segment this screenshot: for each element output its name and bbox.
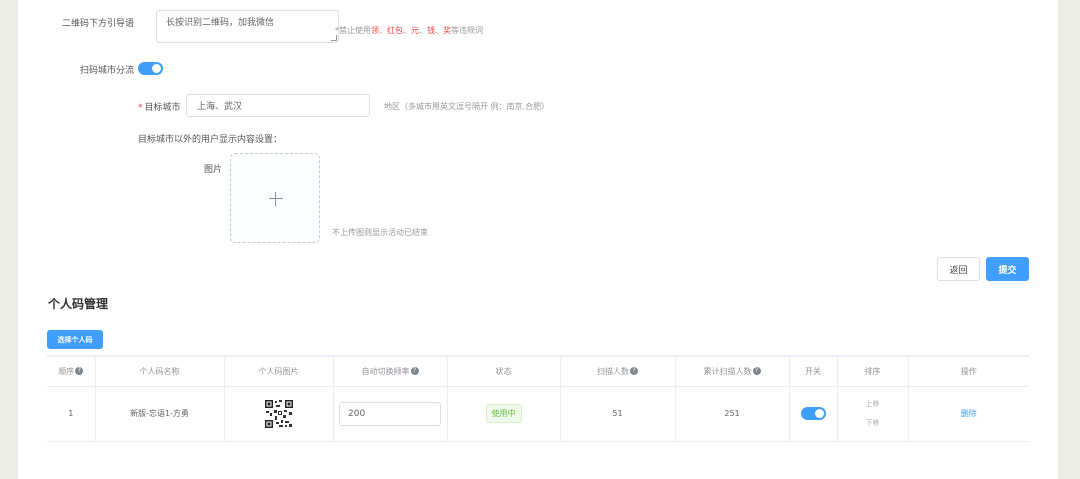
help-icon[interactable]: ? [75, 367, 84, 376]
row-enable-switch[interactable] [800, 407, 826, 420]
col-switch: 开关 [789, 355, 838, 387]
move-up-button[interactable]: 上移 [838, 395, 908, 414]
others-setting-label: 目标城市以外的用户显示内容设置： [138, 135, 283, 145]
row-status: 使用中 [447, 386, 561, 442]
guide-label: 二维码下方引导语 [62, 19, 135, 29]
col-image: 个人码图片 [224, 355, 334, 387]
target-city-label: * 目标城市 [138, 103, 181, 113]
select-personal-code-button[interactable]: 选择个人码 [47, 330, 103, 349]
guide-textarea[interactable]: 长按识别二维码，加我微信 [156, 10, 339, 43]
col-total-scans: 累计扫描人数? [675, 355, 790, 387]
table-header-row: 顺序? 个人码名称 个人码图片 自动切换频率? 状态 扫描人数? 累计扫描人数?… [47, 355, 1029, 387]
qr-code-icon [263, 398, 294, 429]
row-scans: 51 [560, 386, 676, 442]
help-icon[interactable]: ? [410, 367, 419, 376]
col-action: 操作 [908, 355, 1029, 387]
col-sort: 排序 [837, 355, 909, 387]
plus-icon [269, 198, 283, 199]
help-icon[interactable]: ? [752, 367, 761, 376]
move-down-button[interactable]: 下移 [838, 414, 908, 433]
row-name: 新版-忘语1-方勇 [95, 386, 225, 442]
target-city-value: 上海、武汉 [197, 102, 243, 112]
submit-button[interactable]: 提交 [986, 257, 1029, 281]
col-name: 个人码名称 [95, 355, 225, 387]
row-frequency: 200 [333, 386, 448, 442]
guide-hint: *禁止使用领、红包、元、钱、奖等违规词 [335, 26, 483, 35]
status-badge: 使用中 [485, 404, 522, 423]
target-city-input[interactable]: 上海、武汉 [186, 94, 370, 117]
back-button[interactable]: 返回 [937, 257, 980, 281]
row-qr-image [224, 386, 334, 442]
row-switch [789, 386, 838, 442]
delete-button[interactable]: 删除 [961, 409, 977, 418]
table-row: 1 新版-忘语1-方勇 200 使用中 51 251 上移 下移 删除 [47, 386, 1029, 442]
image-upload[interactable] [230, 153, 320, 243]
col-order: 顺序? [47, 355, 96, 387]
image-label: 图片 [204, 165, 223, 175]
guide-textarea-value: 长按识别二维码，加我微信 [166, 18, 275, 28]
city-split-switch[interactable] [138, 62, 163, 75]
city-split-label: 扫码城市分流 [80, 66, 135, 76]
help-icon[interactable]: ? [630, 367, 638, 376]
image-hint: 不上传图则显示活动已结束 [332, 228, 428, 237]
frequency-input[interactable]: 200 [339, 401, 441, 426]
section-title: 个人码管理 [48, 297, 109, 311]
col-status: 状态 [447, 355, 561, 387]
row-action: 删除 [908, 386, 1029, 442]
personal-code-table: 顺序? 个人码名称 个人码图片 自动切换频率? 状态 扫描人数? 累计扫描人数?… [47, 355, 1029, 479]
row-order: 1 [47, 386, 96, 442]
target-city-hint: 地区（多城市用英文逗号隔开 例：南京,合肥） [384, 102, 550, 111]
row-sort: 上移 下移 [837, 386, 909, 442]
col-scans: 扫描人数? [560, 355, 676, 387]
col-frequency: 自动切换频率? [333, 355, 448, 387]
table-empty-space [47, 441, 1029, 479]
row-total-scans: 251 [675, 386, 790, 442]
main-panel: 二维码下方引导语 长按识别二维码，加我微信 *禁止使用领、红包、元、钱、奖等违规… [18, 0, 1058, 479]
